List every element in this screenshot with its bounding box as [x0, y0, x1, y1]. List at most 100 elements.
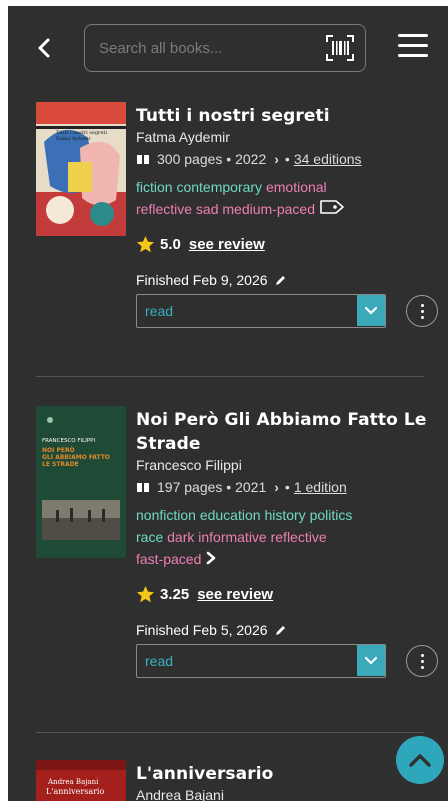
page-count: 300 pages: [157, 151, 223, 167]
tag-fiction[interactable]: fiction: [136, 179, 173, 195]
rating-value: 3.25: [160, 586, 190, 604]
chevron-right-icon: ›: [274, 479, 279, 495]
tag-education[interactable]: education: [200, 507, 261, 523]
svg-text:Andrea Bajani: Andrea Bajani: [47, 778, 99, 786]
meta-separator: •: [222, 151, 236, 167]
editions-link[interactable]: 34 editions: [294, 148, 362, 170]
barcode-icon: [326, 35, 354, 61]
barcode-scan-button[interactable]: [325, 34, 355, 62]
hamburger-icon-line: [398, 44, 428, 47]
tag-race[interactable]: race: [136, 529, 163, 545]
tag-informative[interactable]: informative: [198, 529, 266, 545]
pencil-icon[interactable]: [274, 274, 287, 287]
more-options-button[interactable]: [406, 295, 438, 328]
chevron-up-icon: [409, 754, 431, 767]
kebab-icon-dot: [420, 309, 424, 313]
open-book-icon: [137, 482, 149, 492]
book-author[interactable]: Fatma Aydemir: [136, 128, 436, 146]
tag-reflective[interactable]: reflective: [136, 201, 192, 217]
publication-year: 2021: [235, 479, 267, 495]
status-row: read: [136, 294, 440, 329]
book-author[interactable]: Francesco Filippi: [136, 456, 436, 474]
svg-text:FRANCESCO FILIPPI: FRANCESCO FILIPPI: [42, 438, 95, 444]
finished-date-text: Finished Feb 5, 2026: [136, 622, 268, 639]
dropdown-button[interactable]: [357, 645, 385, 677]
hamburger-icon-line: [398, 54, 428, 57]
menu-button[interactable]: [398, 34, 428, 60]
star-icon: [136, 236, 155, 253]
expand-tags-button[interactable]: [205, 549, 217, 571]
book-title[interactable]: Noi Però Gli Abbiamo Fatto Le Strade: [136, 408, 436, 456]
page-count: 197 pages: [157, 479, 223, 495]
kebab-icon-dot: [420, 315, 424, 319]
book-info: Tutti i nostri segreti Fatma Aydemir 300…: [136, 104, 438, 329]
book-title[interactable]: Tutti i nostri segreti: [136, 104, 436, 128]
kebab-icon-dot: [420, 653, 424, 657]
pencil-icon[interactable]: [274, 624, 287, 637]
svg-text:GLI ABBIAMO FATTO: GLI ABBIAMO FATTO: [42, 454, 110, 461]
book-tags: nonfiction education history politics ra…: [136, 504, 436, 571]
book-cover-image: Tutti i nostri segreti Fatma Aydemir: [36, 102, 126, 236]
tag-sad[interactable]: sad: [196, 201, 219, 217]
more-options-button[interactable]: [406, 645, 438, 678]
rating-value: 5.0: [160, 236, 181, 254]
kebab-icon-dot: [420, 665, 424, 669]
hamburger-icon-line: [398, 34, 428, 37]
tag-emotional[interactable]: emotional: [266, 179, 327, 195]
publication-year: 2022: [235, 151, 267, 167]
rating-row: 5.0 see review: [136, 235, 436, 254]
reading-status-value: read: [145, 653, 174, 670]
kebab-icon-dot: [420, 659, 424, 663]
rating-row: 3.25 see review: [136, 585, 436, 604]
see-review-link[interactable]: see review: [189, 236, 265, 253]
tag-icon: [320, 200, 344, 215]
tag-medium-paced[interactable]: medium-paced: [222, 201, 315, 217]
tag-contemporary[interactable]: contemporary: [176, 179, 262, 195]
book-tags: fiction contemporary emotional reflectiv…: [136, 176, 436, 221]
tag-fast-paced[interactable]: fast-paced: [136, 551, 201, 567]
svg-text:Tutti i nostri segreti: Tutti i nostri segreti: [56, 130, 107, 136]
chevron-down-icon: [365, 656, 377, 665]
finished-date-text: Finished Feb 9, 2026: [136, 272, 268, 289]
book-author[interactable]: Andrea Bajani: [136, 786, 436, 801]
tag-nonfiction[interactable]: nonfiction: [136, 507, 196, 523]
open-book-icon: [137, 154, 149, 164]
finished-date: Finished Feb 9, 2026: [136, 272, 436, 288]
meta-separator: •: [222, 479, 236, 495]
book-cover[interactable]: Tutti i nostri segreti Fatma Aydemir: [36, 102, 126, 236]
tag-politics[interactable]: politics: [310, 507, 353, 523]
tag-history[interactable]: history: [264, 507, 305, 523]
chevron-right-icon: [206, 551, 216, 565]
divider: [36, 732, 424, 733]
tag-dark[interactable]: dark: [167, 529, 194, 545]
book-meta: 197 pages • 2021 › • 1 edition: [136, 476, 436, 498]
star-icon: [136, 586, 155, 603]
book-cover-image: FRANCESCO FILIPPI NOI PERÒ GLI ABBIAMO F…: [36, 406, 126, 558]
book-cover[interactable]: FRANCESCO FILIPPI NOI PERÒ GLI ABBIAMO F…: [36, 406, 126, 558]
book-cover-image: Andrea Bajani L'anniversario: [36, 760, 126, 801]
book-info: L'anniversario Andrea Bajani: [136, 762, 436, 801]
tag-reflective[interactable]: reflective: [271, 529, 327, 545]
book-cover[interactable]: Andrea Bajani L'anniversario: [36, 760, 126, 801]
reading-status-select[interactable]: read: [136, 644, 386, 679]
app-screen: Tutti i nostri segreti Fatma Aydemir Tut…: [8, 6, 448, 801]
book-info: Noi Però Gli Abbiamo Fatto Le Strade Fra…: [136, 408, 438, 679]
divider: [36, 376, 424, 377]
dropdown-button[interactable]: [357, 295, 385, 327]
book-meta: 300 pages • 2022 › • 34 editions: [136, 148, 436, 170]
see-review-link[interactable]: see review: [197, 586, 273, 603]
more-tags-button[interactable]: [319, 199, 345, 221]
search-box[interactable]: [84, 24, 366, 72]
svg-text:LE STRADE: LE STRADE: [42, 461, 79, 468]
svg-text:NOI PERÒ: NOI PERÒ: [42, 447, 75, 454]
svg-text:L'anniversario: L'anniversario: [46, 787, 104, 796]
editions-link[interactable]: 1 edition: [294, 476, 347, 498]
kebab-icon-dot: [420, 303, 424, 307]
reading-status-select[interactable]: read: [136, 294, 386, 329]
finished-date: Finished Feb 5, 2026: [136, 622, 436, 638]
scroll-to-top-button[interactable]: [396, 736, 444, 784]
search-input[interactable]: [99, 36, 309, 60]
meta-separator: •: [284, 479, 290, 495]
back-button[interactable]: [30, 28, 58, 68]
book-title[interactable]: L'anniversario: [136, 762, 436, 786]
